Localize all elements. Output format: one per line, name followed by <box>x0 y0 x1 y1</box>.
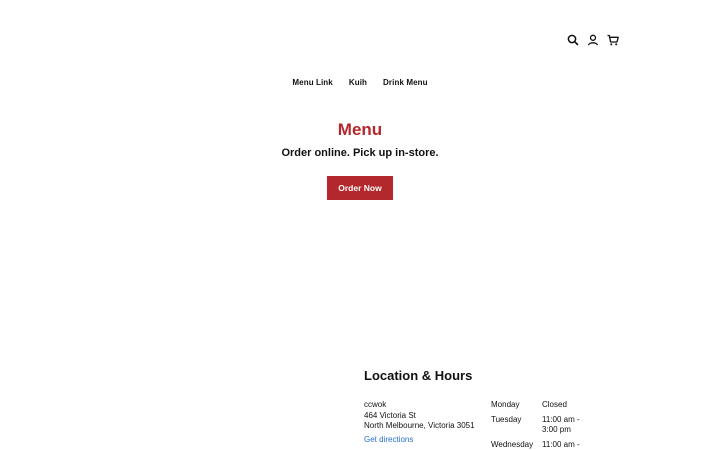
hours-day: Monday <box>491 400 520 409</box>
hours-table: Monday Closed Tuesday 11:00 am - 3:00 pm… <box>491 400 586 450</box>
street-address: 464 Victoria St <box>364 410 416 420</box>
hours-day: Wednesday <box>491 439 534 449</box>
location-hours-heading: Location & Hours <box>364 368 473 383</box>
city-address: North Melbourne, Victoria 3051 <box>364 421 475 430</box>
hours-day: Tuesday <box>491 414 522 424</box>
hours-time: Closed <box>542 400 567 409</box>
hours-row: Wednesday 11:00 am - <box>491 440 586 450</box>
nav-item-kuih[interactable]: Kuih <box>349 78 367 87</box>
main-nav: Menu Link Kuih Drink Menu <box>0 78 720 87</box>
hours-time: 11:00 am - 3:00 pm <box>542 414 580 435</box>
cart-icon[interactable] <box>606 33 620 47</box>
page-subtitle: Order online. Pick up in-store. <box>281 147 439 159</box>
search-icon[interactable] <box>566 33 580 47</box>
hours-time: 11:00 am - <box>542 439 580 449</box>
hours-row: Tuesday 11:00 am - 3:00 pm <box>491 415 586 436</box>
hours-row: Monday Closed <box>491 400 586 411</box>
nav-item-menu-link[interactable]: Menu Link <box>292 78 332 87</box>
business-name: ccwok <box>364 400 387 409</box>
order-now-button[interactable]: Order Now <box>327 176 393 200</box>
page: Menu Link Kuih Drink Menu Menu Order onl… <box>0 0 720 450</box>
address-block: ccwok 464 Victoria St North Melbourne, V… <box>364 400 486 445</box>
get-directions-link[interactable]: Get directions <box>364 435 486 446</box>
nav-item-drink-menu[interactable]: Drink Menu <box>383 78 428 87</box>
header-icons <box>566 33 620 47</box>
page-title: Menu <box>337 120 383 139</box>
account-icon[interactable] <box>586 33 600 47</box>
